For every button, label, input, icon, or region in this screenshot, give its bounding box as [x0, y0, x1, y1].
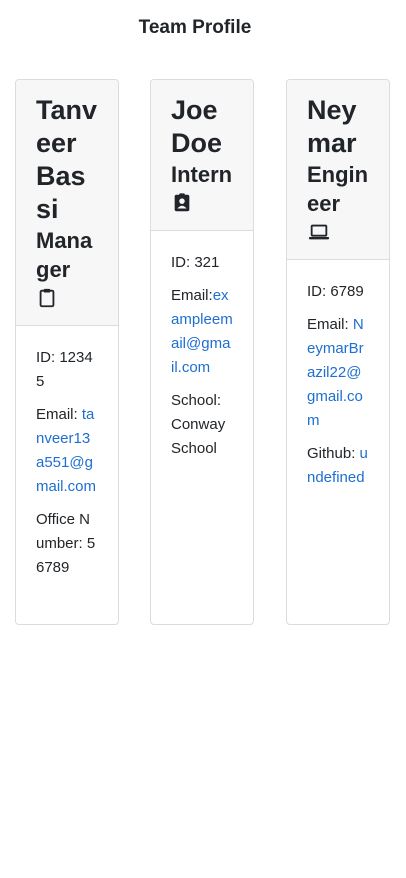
engineer-card: Neymar Engineer ID: 6789 Email: NeymarBr…: [286, 79, 390, 625]
employee-email: Email: tanveer13a551@gmail.com: [36, 406, 97, 495]
employee-name: Neymar: [307, 95, 357, 158]
employee-email: Email:exampleemail@gmail.com: [171, 287, 233, 376]
manager-card: Tanveer Bassi Manager ID: 12345 Email: t…: [15, 79, 119, 625]
card-body: ID: 6789 Email: NeymarBrazil22@gmail.com…: [287, 260, 389, 519]
id-badge-icon: [171, 192, 233, 214]
school: School: Conway School: [171, 392, 226, 457]
github: Github: undefined: [307, 445, 368, 486]
office-number: Office Number: 56789: [36, 511, 96, 576]
employee-name: Joe Doe: [171, 95, 223, 158]
employee-id: ID: 321: [171, 254, 220, 271]
employee-id: ID: 6789: [307, 283, 364, 300]
employee-role: Engineer: [307, 162, 369, 216]
employee-id: ID: 12345: [36, 349, 93, 390]
employee-name: Tanveer Bassi: [36, 95, 98, 224]
intern-card: Joe Doe Intern ID: 321 Email:exampleemai…: [150, 79, 254, 625]
card-header: Tanveer Bassi Manager: [16, 80, 118, 326]
laptop-icon: [307, 221, 369, 243]
clipboard-icon: [36, 287, 98, 309]
card-body: ID: 321 Email:exampleemail@gmail.com Sch…: [151, 231, 253, 490]
employee-email: Email: NeymarBrazil22@gmail.com: [307, 316, 364, 429]
card-header: Joe Doe Intern: [151, 80, 253, 231]
card-body: ID: 12345 Email: tanveer13a551@gmail.com…: [16, 326, 118, 609]
card-header: Neymar Engineer: [287, 80, 389, 260]
employee-role: Intern: [171, 162, 233, 187]
page-title: Team Profile: [138, 17, 252, 38]
employee-role: Manager: [36, 228, 93, 282]
